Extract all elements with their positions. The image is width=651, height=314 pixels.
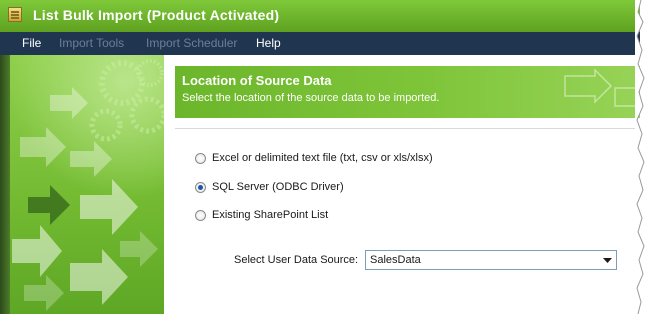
section-title: Location of Source Data	[182, 73, 332, 88]
radio-button-selected[interactable]	[195, 181, 206, 193]
data-source-select[interactable]: SalesData	[365, 250, 617, 270]
data-source-label: Select User Data Source:	[234, 254, 359, 266]
section-subtitle: Select the location of the source data t…	[182, 92, 440, 104]
app-window: List Bulk Import (Product Activated) Fil…	[0, 0, 640, 314]
data-source-value: SalesData	[370, 254, 421, 266]
arrows-decoration-icon	[12, 59, 164, 311]
menu-file[interactable]: File	[22, 36, 41, 50]
source-option-sql-server[interactable]: SQL Server (ODBC Driver)	[195, 179, 344, 195]
menu-help[interactable]: Help	[256, 36, 281, 50]
section-header: Location of Source Data Select the locat…	[175, 66, 640, 118]
menu-import-scheduler: Import Scheduler	[146, 36, 238, 50]
menu-bar: File Import Tools Import Scheduler Help	[0, 32, 640, 55]
torn-edge	[635, 0, 645, 314]
radio-button[interactable]	[195, 209, 206, 221]
source-option-label: SQL Server (ODBC Driver)	[212, 181, 344, 193]
source-option-excel[interactable]: Excel or delimited text file (txt, csv o…	[195, 150, 433, 166]
chevron-down-icon[interactable]	[599, 251, 616, 269]
source-option-sharepoint-list[interactable]: Existing SharePoint List	[195, 207, 328, 223]
window-title: List Bulk Import (Product Activated)	[33, 7, 280, 23]
menu-import-tools: Import Tools	[59, 36, 125, 50]
sidebar-edge	[0, 55, 10, 314]
sidebar-art-panel	[10, 55, 164, 314]
app-icon	[8, 7, 22, 22]
radio-button[interactable]	[195, 152, 206, 164]
source-option-label: Excel or delimited text file (txt, csv o…	[212, 152, 433, 164]
source-option-label: Existing SharePoint List	[212, 209, 329, 221]
title-bar[interactable]: List Bulk Import (Product Activated)	[0, 0, 640, 32]
